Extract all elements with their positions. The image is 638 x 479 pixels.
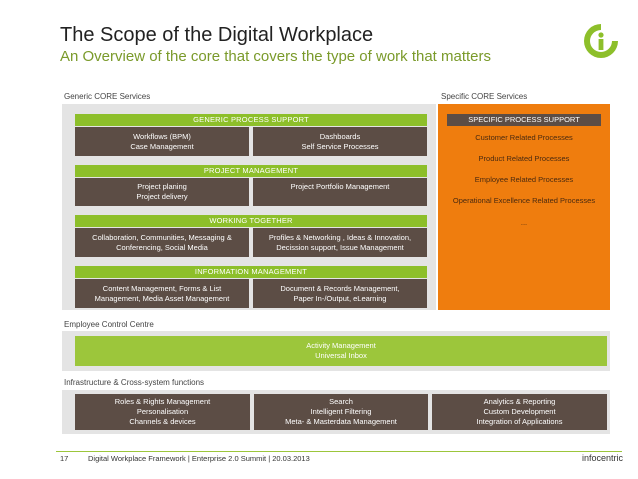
activity-bar: Activity Management Universal Inbox bbox=[75, 336, 607, 366]
cell-line: Project Portfolio Management bbox=[290, 182, 390, 191]
cell-line: Meta- & Masterdata Management bbox=[285, 417, 397, 426]
cell-line: Document & Records Management, bbox=[280, 283, 400, 293]
infocentric-logo-icon bbox=[584, 24, 618, 58]
cell-line: Paper In-/Output, eLearning bbox=[293, 293, 387, 303]
cell-line: Content Management, Forms & List bbox=[102, 283, 222, 293]
infrastructure-label: Infrastructure & Cross-system functions bbox=[64, 378, 205, 387]
orange-item: Employee Related Processes bbox=[474, 175, 574, 184]
cell-line: Project delivery bbox=[136, 192, 188, 201]
search-cell: Search Intelligent Filtering Meta- & Mas… bbox=[254, 394, 428, 430]
cell-line: Analytics & Reporting bbox=[483, 397, 556, 406]
cell-line: Integration of Applications bbox=[476, 417, 563, 426]
information-management-header: INFORMATION MANAGEMENT bbox=[75, 266, 427, 278]
footer-text: Digital Workplace Framework | Enterprise… bbox=[88, 454, 310, 463]
activity-line: Activity Management bbox=[306, 341, 376, 350]
cell-line: Management, Media Asset Management bbox=[94, 293, 230, 303]
activity-line: Universal Inbox bbox=[315, 351, 367, 360]
page-title: The Scope of the Digital Workplace bbox=[60, 24, 374, 46]
employee-control-label: Employee Control Centre bbox=[64, 320, 154, 329]
working-together-header: WORKING TOGETHER bbox=[75, 215, 427, 227]
cell-line: Decission support, Issue Management bbox=[276, 242, 404, 252]
document-records-cell: Document & Records Management, Paper In-… bbox=[253, 279, 427, 308]
project-portfolio-cell: Project Portfolio Management bbox=[253, 178, 427, 206]
footer-divider bbox=[56, 451, 622, 452]
project-management-header: PROJECT MANAGEMENT bbox=[75, 165, 427, 177]
generic-core-label: Generic CORE Services bbox=[64, 92, 151, 101]
project-planning-cell: Project planing Project delivery bbox=[75, 178, 249, 206]
profiles-networking-cell: Profiles & Networking , Ideas & Innovati… bbox=[253, 228, 427, 257]
dashboards-cell: Dashboards Self Service Processes bbox=[253, 127, 427, 156]
cell-line: Dashboards bbox=[319, 131, 361, 141]
orange-item: Customer Related Processes bbox=[475, 133, 573, 142]
cell-line: Workflows (BPM) bbox=[133, 131, 191, 141]
specific-core-label: Specific CORE Services bbox=[441, 92, 528, 101]
cell-line: Intelligent Filtering bbox=[310, 407, 372, 416]
generic-process-header: GENERIC PROCESS SUPPORT bbox=[75, 114, 427, 126]
cell-line: Conferencing, Social Media bbox=[116, 242, 208, 252]
page-subtitle: An Overview of the core that covers the … bbox=[60, 48, 492, 65]
content-management-cell: Content Management, Forms & List Managem… bbox=[75, 279, 249, 308]
cell-line: Search bbox=[329, 397, 353, 406]
page-number: 17 bbox=[60, 454, 69, 463]
roles-rights-cell: Roles & Rights Management Personalisatio… bbox=[75, 394, 250, 430]
orange-item: ... bbox=[520, 218, 528, 227]
footer-brand: infocentric bbox=[582, 453, 624, 463]
cell-line: Project planing bbox=[137, 182, 187, 191]
specific-process-header: SPECIFIC PROCESS SUPPORT bbox=[447, 114, 601, 126]
orange-item: Product Related Processes bbox=[478, 154, 570, 163]
orange-item: Operational Excellence Related Processes bbox=[452, 196, 596, 205]
cell-line: Profiles & Networking , Ideas & Innovati… bbox=[268, 232, 412, 242]
cell-line: Channels & devices bbox=[129, 417, 196, 426]
cell-line: Case Management bbox=[130, 141, 194, 151]
collaboration-cell: Collaboration, Communities, Messaging & … bbox=[75, 228, 249, 257]
header-text: SPECIFIC PROCESS SUPPORT bbox=[468, 115, 580, 124]
cell-line: Custom Development bbox=[483, 407, 556, 416]
cell-line: Roles & Rights Management bbox=[114, 397, 211, 406]
cell-line: Personalisation bbox=[136, 407, 189, 416]
cell-line: Self Service Processes bbox=[301, 141, 379, 151]
analytics-cell: Analytics & Reporting Custom Development… bbox=[432, 394, 607, 430]
cell-line: Collaboration, Communities, Messaging & bbox=[92, 232, 232, 242]
workflows-cell: Workflows (BPM) Case Management bbox=[75, 127, 249, 156]
